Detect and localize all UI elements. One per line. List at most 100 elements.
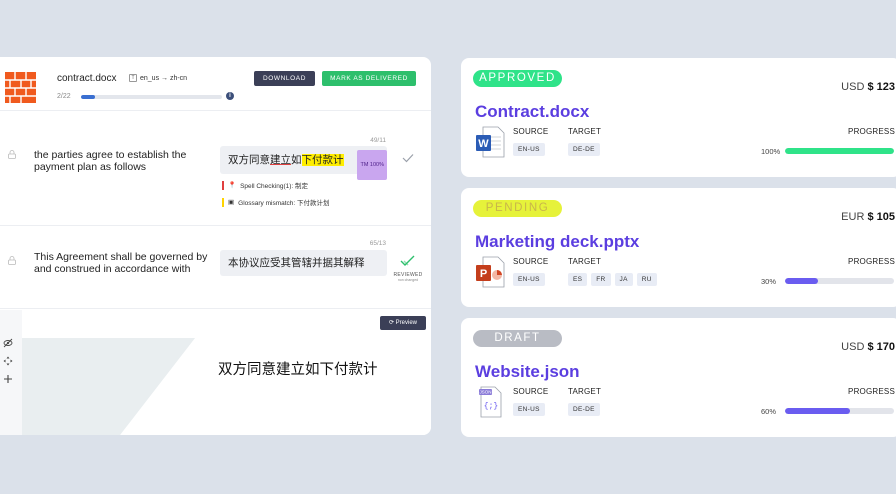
progress-label: PROGRESS — [848, 257, 895, 266]
language-tag: DE-DE — [568, 403, 600, 416]
tm-match-badge: TM 100% — [357, 150, 387, 180]
project-title[interactable]: Marketing deck.pptx — [475, 232, 639, 252]
source-text: This Agreement shall be governed by and … — [34, 251, 208, 275]
segment-number: 65/13 — [369, 240, 386, 247]
reviewed-status: REVIEWED non changed — [393, 254, 423, 282]
progress-percent: 100% — [761, 147, 781, 156]
hide-eye-icon[interactable] — [3, 338, 13, 348]
preview-pane: ⟳ Preview 双方同意建立如下付款计 — [0, 310, 431, 435]
segment-progress-fill — [81, 95, 96, 99]
segment-progress-text: 2/22 — [57, 93, 71, 100]
progress-bar — [785, 278, 894, 284]
segment-row[interactable]: This Agreement shall be governed by and … — [0, 226, 431, 309]
brick-logo-icon — [5, 72, 36, 103]
target-label: TARGET — [568, 387, 602, 396]
lock-icon[interactable] — [8, 150, 16, 159]
currency: EUR — [841, 211, 865, 223]
target-text: 双方同意 — [228, 154, 270, 166]
progress-percent: 30% — [761, 277, 777, 286]
progress-bar — [785, 408, 894, 414]
segment-progress-bar — [81, 95, 222, 99]
svg-text:W: W — [478, 138, 489, 150]
source-text: the parties agree to establish the payme… — [34, 149, 187, 173]
segment-number: 49/11 — [370, 137, 386, 144]
refresh-icon: ⟳ — [388, 320, 394, 326]
target-languages: DE-DE — [568, 403, 600, 416]
spelling-error-text[interactable]: 建立 — [270, 154, 291, 166]
target-text-mid: 如 — [291, 154, 302, 166]
source-languages: EN-US — [513, 403, 545, 416]
translation-editor: contract.docx T en_us → zh-cn 2/22 i DOW… — [0, 57, 431, 435]
language-tag: EN-US — [513, 273, 545, 286]
double-check-icon — [400, 255, 415, 266]
status-badge: APPROVED — [473, 70, 562, 87]
preview-rendered-text: 双方同意建立如下付款计 — [218, 362, 378, 378]
project-title[interactable]: Contract.docx — [475, 102, 589, 122]
reviewed-sublabel: non changed — [397, 278, 419, 282]
glossary-highlight[interactable]: 下付款计 — [301, 154, 344, 166]
svg-text:{;}: {;} — [484, 402, 498, 411]
file-name: contract.docx — [57, 73, 117, 84]
info-icon[interactable]: i — [226, 92, 234, 100]
status-badge: DRAFT — [473, 330, 562, 347]
pin-icon: 📍 — [228, 182, 237, 189]
confirm-check-icon[interactable] — [402, 153, 414, 163]
progress-fill — [785, 148, 894, 154]
zoom-in-icon[interactable] — [3, 374, 13, 384]
progress-label: PROGRESS — [848, 387, 895, 396]
target-label: TARGET — [568, 127, 602, 136]
issue-text: Glossary mismatch: 下付款计划 — [238, 200, 330, 207]
project-card-contract[interactable]: APPROVED USD $ 123 Contract.docx W SOURC… — [461, 58, 896, 177]
segment-row[interactable]: the parties agree to establish the payme… — [0, 111, 431, 226]
currency: USD — [841, 81, 865, 93]
progress-fill — [785, 278, 818, 284]
language-tag: RU — [636, 273, 657, 286]
amount: $ 105 — [867, 211, 895, 223]
language-pair: T en_us → zh-cn — [129, 74, 187, 82]
target-languages: DE-DE — [568, 143, 600, 156]
preview-button-label: Preview — [395, 320, 418, 326]
project-card-marketing-deck[interactable]: PENDING EUR $ 105 Marketing deck.pptx P … — [461, 188, 896, 307]
status-badge: PENDING — [473, 200, 562, 217]
target-languages: ES FR JA RU — [568, 273, 657, 286]
target-label: TARGET — [568, 257, 602, 266]
language-tag: FR — [591, 273, 611, 286]
source-label: SOURCE — [513, 257, 549, 266]
svg-text:JSON: JSON — [479, 390, 491, 395]
preview-button[interactable]: ⟳ Preview — [380, 316, 426, 330]
editor-header: contract.docx T en_us → zh-cn 2/22 i DOW… — [0, 57, 431, 111]
price: USD $ 123 — [841, 81, 895, 93]
target-text-editor[interactable]: 本协议应受其管辖并据其解释 — [220, 250, 387, 276]
powerpoint-file-icon: P — [476, 256, 505, 288]
issue-text: Spell Checking(1): 制定 — [240, 183, 309, 190]
progress-bar — [785, 148, 894, 154]
download-button[interactable]: DOWNLOAD — [254, 71, 315, 86]
qa-issue-spelling[interactable]: 📍 Spell Checking(1): 制定 — [222, 180, 308, 190]
target-text-editor[interactable]: 双方同意建立如下付款计 TM 100% — [220, 146, 387, 180]
json-file-icon: JSON {;} — [479, 386, 502, 418]
project-card-website[interactable]: DRAFT USD $ 170 Website.json JSON {;} SO… — [461, 318, 896, 437]
project-title[interactable]: Website.json — [475, 362, 580, 382]
amount: $ 123 — [867, 81, 895, 93]
language-tag: DE-DE — [568, 143, 600, 156]
target-text: 本协议应受其管辖并据其解释 — [228, 257, 365, 269]
progress-percent: 60% — [761, 407, 777, 416]
svg-text:P: P — [480, 268, 487, 280]
issue-severity-bar — [222, 197, 224, 207]
progress-fill — [785, 408, 851, 414]
translate-icon: T — [129, 74, 137, 82]
move-arrows-icon[interactable] — [3, 356, 13, 366]
word-file-icon: W — [476, 126, 505, 158]
price: EUR $ 105 — [841, 211, 895, 223]
language-tag: EN-US — [513, 143, 545, 156]
source-languages: EN-US — [513, 143, 545, 156]
lock-icon[interactable] — [8, 256, 16, 265]
language-tag: EN-US — [513, 403, 545, 416]
qa-issue-glossary[interactable]: ▣ Glossary mismatch: 下付款计划 — [222, 197, 330, 207]
source-label: SOURCE — [513, 127, 549, 136]
price: USD $ 170 — [841, 341, 895, 353]
language-pair-label: en_us → zh-cn — [140, 74, 188, 82]
mark-as-delivered-button[interactable]: MARK AS DELIVERED — [322, 71, 416, 86]
progress-label: PROGRESS — [848, 127, 895, 136]
glossary-icon: ▣ — [228, 199, 235, 206]
